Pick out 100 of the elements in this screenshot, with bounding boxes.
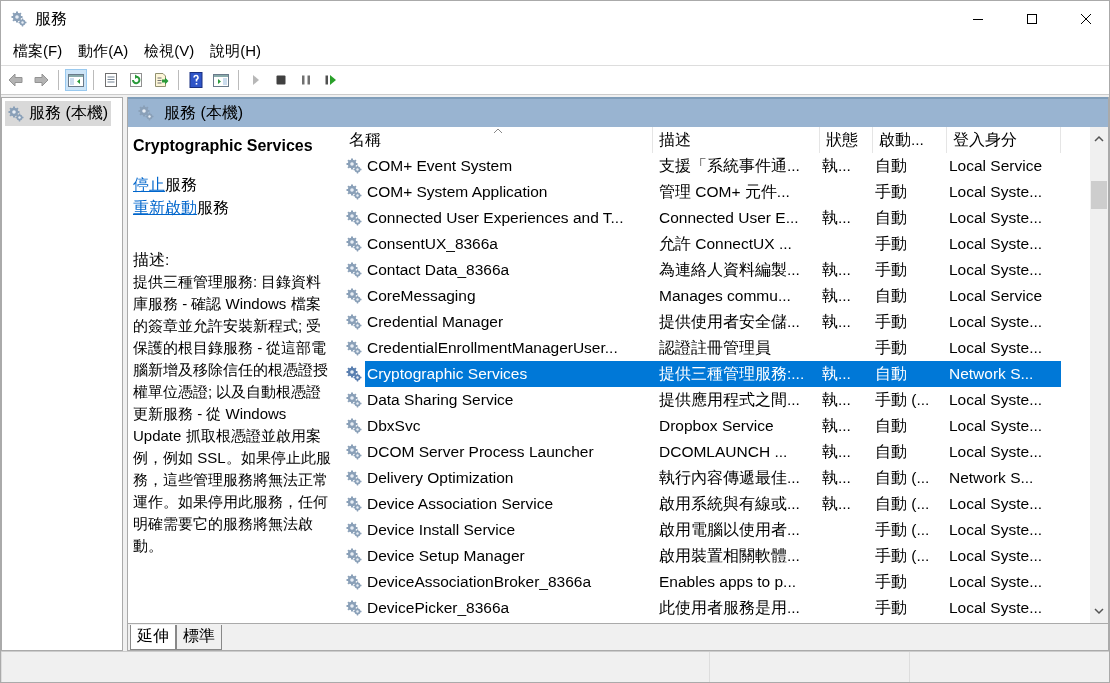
description-text: 提供三種管理服務: 目錄資料庫服務 - 確認 Windows 檔案的簽章並允許安裝新程式; 受保護的根目錄服務 - 從這部電腦新增及移除信任的根憑證授權單位憑證; 以及自動根憑證更新服務 - 從 Windows Update 抓取根憑證並啟用案例，例如 SSL。如果停止此服務，這些管理服務將無法正常運作。如果停用此服務，任何明確需要它的服務將無法啟動。 — [133, 272, 332, 556]
scrollbar[interactable] — [1090, 127, 1108, 623]
table-cell-text: 手動 (... — [874, 390, 931, 410]
document-icon — [102, 71, 120, 89]
gear-icon — [346, 366, 362, 382]
table-cell: 執... — [822, 313, 851, 330]
table-cell-text: 自動 — [874, 208, 908, 228]
scroll-thumb[interactable] — [1091, 181, 1107, 209]
table-cell-text: Delivery Optimization — [366, 468, 515, 488]
menu-item[interactable]: 動作(A) — [70, 41, 137, 61]
action-text: 重新啟動服務 — [133, 198, 230, 218]
table-cell-text: CredentialEnrollmentManagerUser... — [366, 338, 619, 358]
gear-icon — [346, 262, 362, 278]
table-cell-text: COM+ System Application — [366, 182, 549, 202]
table-cell: 執... — [822, 443, 851, 460]
table-cell-text: Local Syste... — [948, 182, 1044, 202]
help-icon — [187, 71, 205, 89]
gear-icon — [346, 158, 362, 174]
table-cell-text: 手動 — [874, 260, 908, 280]
table-cell-text: 執行內容傳遞最佳... — [658, 468, 801, 488]
table-cell-text: Local Syste... — [948, 442, 1044, 462]
table-cell-text: Local Syste... — [948, 494, 1044, 514]
column-header[interactable]: 描述 — [653, 127, 820, 153]
table-cell-text: DCOM Server Process Launcher — [366, 442, 595, 462]
table-cell-text: 啟用電腦以使用者... — [658, 520, 801, 540]
table-cell-text: Contact Data_8366a — [366, 260, 511, 280]
table-cell-text: 手動 — [874, 338, 908, 358]
column-header[interactable]: 登入身分 — [947, 127, 1061, 153]
forward-arrow-icon — [32, 71, 50, 89]
menu-item[interactable]: 檢視(V) — [136, 41, 203, 61]
view-tab[interactable]: 延伸 — [130, 625, 176, 650]
column-header[interactable]: 啟動... — [873, 127, 947, 153]
table-cell-text: 提供應用程式之間... — [658, 390, 801, 410]
column-header[interactable]: 狀態 — [820, 127, 873, 153]
pane-icon — [212, 71, 230, 89]
refresh-icon — [127, 71, 145, 89]
scroll-down-icon[interactable] — [1094, 607, 1104, 615]
menu-item[interactable]: 說明(H) — [202, 41, 269, 61]
tree-item[interactable]: 服務 (本機) — [5, 101, 112, 126]
table-cell-text: Data Sharing Service — [366, 390, 515, 410]
table-cell: 執... — [822, 495, 851, 512]
close-icon — [1080, 13, 1092, 25]
gear-icon — [346, 236, 362, 252]
table-cell-text: Credential Manager — [366, 312, 505, 332]
maximize-icon — [1026, 13, 1038, 25]
table-cell: 執... — [822, 365, 851, 382]
action-link[interactable]: 重新啟動 — [133, 199, 197, 216]
gear-icon — [346, 600, 362, 616]
table-cell-text: DevicePicker_8366a — [366, 598, 511, 618]
table-cell-text: Device Install Service — [366, 520, 517, 540]
table-cell: 執... — [822, 469, 851, 486]
panel-title: 服務 (本機) — [164, 102, 244, 123]
table-cell-text: 支援「系統事件通... — [658, 156, 801, 176]
table-cell-text: Manages commu... — [658, 286, 792, 306]
table-cell-text: 啟用裝置相關軟體... — [658, 546, 801, 566]
table-cell-text: 管理 COM+ 元件... — [658, 182, 791, 202]
table-cell-text: 自動 — [874, 286, 908, 306]
description-label: 描述: — [133, 250, 171, 270]
gear-icon — [346, 340, 362, 356]
table-cell-text: Connected User E... — [658, 208, 800, 228]
table-cell-text: DeviceAssociationBroker_8366a — [366, 572, 593, 592]
gear-icon — [8, 105, 24, 122]
table-cell-text: Local Syste... — [948, 520, 1044, 540]
table-cell: 執... — [822, 261, 851, 278]
gear-icon — [346, 470, 362, 486]
table-cell-text: Device Setup Manager — [366, 546, 526, 566]
column-header[interactable]: 名稱 — [343, 127, 653, 153]
window-title: 服務 — [35, 8, 68, 29]
table-cell-text: Local Syste... — [948, 572, 1044, 592]
menu-item[interactable]: 檔案(F) — [5, 41, 71, 61]
table-cell: Network S... — [947, 361, 1061, 387]
view-tab[interactable]: 標準 — [176, 625, 222, 650]
table-cell-text: 手動 — [874, 234, 908, 254]
table-cell-text: 認證註冊管理員 — [658, 338, 772, 358]
table-cell-text: Local Syste... — [948, 390, 1044, 410]
gear-icon — [346, 184, 362, 200]
pane-icon — [67, 71, 85, 89]
gear-icon — [346, 288, 362, 304]
action-link[interactable]: 停止 — [133, 176, 165, 193]
table-cell-text: Local Service — [948, 286, 1044, 306]
table-cell-text: Network S... — [948, 468, 1035, 488]
table-cell-text: 手動 (... — [874, 520, 931, 540]
table-cell: Cryptographic Services — [365, 361, 653, 387]
table-cell-text: 允許 ConnectUX ... — [658, 234, 793, 254]
scroll-up-icon[interactable] — [1094, 135, 1104, 143]
table-cell-text: 提供使用者安全儲... — [658, 312, 801, 332]
gear-icon — [346, 418, 362, 434]
table-cell-text: COM+ Event System — [366, 156, 514, 176]
table-cell-text: 啟用系統與有線或... — [658, 494, 801, 514]
table-cell: 執... — [822, 157, 851, 174]
table-cell-text: Connected User Experiences and T... — [366, 208, 625, 228]
table-cell-text: Local Syste... — [948, 338, 1044, 358]
gear-icon — [346, 496, 362, 512]
table-cell: 執... — [822, 417, 851, 434]
table-cell-text: Local Syste... — [948, 546, 1044, 566]
table-cell-text: 此使用者服務是用... — [658, 598, 801, 618]
gear-icon — [346, 522, 362, 538]
table-cell-text: Local Syste... — [948, 312, 1044, 332]
table-cell-text: Local Syste... — [948, 416, 1044, 436]
table-cell-text: 自動 — [874, 156, 908, 176]
